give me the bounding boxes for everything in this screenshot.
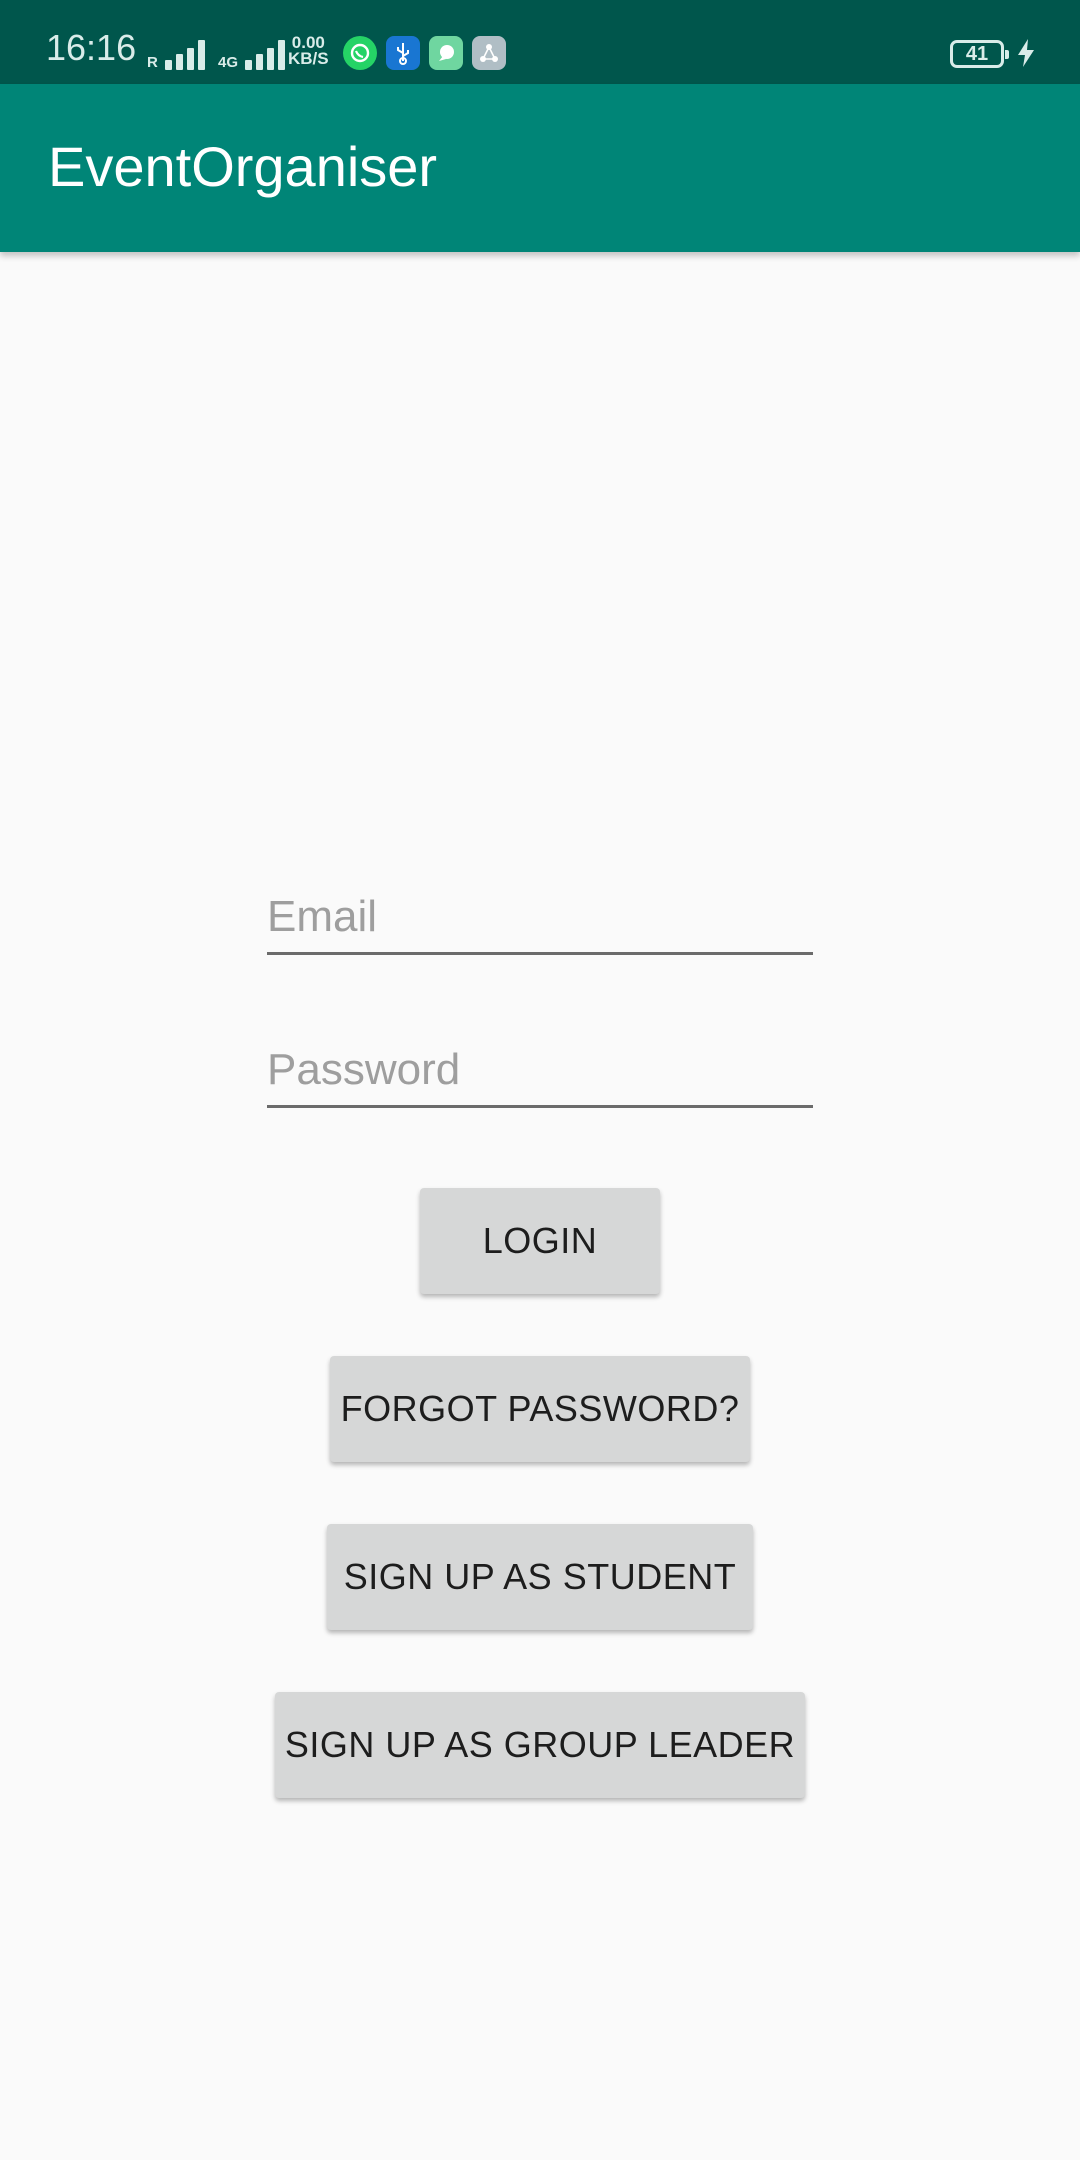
forgot-password-button[interactable]: FORGOT PASSWORD? [330, 1356, 750, 1462]
battery-level: 41 [965, 42, 989, 65]
email-field-container [267, 882, 813, 955]
status-bar: 16:16 R 4G 0.00 KB/S 41 [0, 0, 1080, 84]
email-input[interactable] [267, 882, 813, 952]
network-speed-unit: KB/S [288, 49, 329, 68]
password-input[interactable] [267, 1035, 813, 1105]
chat-icon [429, 36, 463, 70]
share-icon [472, 36, 506, 70]
network-type-label: 4G [218, 54, 239, 71]
network-speed: 0.00 KB/S [288, 34, 329, 68]
roaming-label: R [147, 54, 158, 71]
status-time: 16:16 [46, 27, 137, 68]
charging-icon [1016, 38, 1036, 74]
usb-icon [386, 36, 420, 70]
signup-group-leader-button[interactable]: SIGN UP AS GROUP LEADER [275, 1692, 805, 1798]
battery-icon: 41 [950, 40, 1009, 68]
whatsapp-icon [343, 36, 377, 70]
signup-student-button[interactable]: SIGN UP AS STUDENT [327, 1524, 753, 1630]
login-screen: 16:16 R 4G 0.00 KB/S 41 EventOrganiser E… [0, 0, 1080, 2160]
app-bar: EventOrganiser [0, 84, 1080, 252]
signal-icon: R [147, 34, 205, 70]
login-button[interactable]: LOGIN [420, 1188, 660, 1294]
mobile-data-signal-icon: 4G [218, 34, 286, 71]
app-title: EventOrganiser [48, 135, 438, 198]
password-field-container [267, 1035, 813, 1108]
